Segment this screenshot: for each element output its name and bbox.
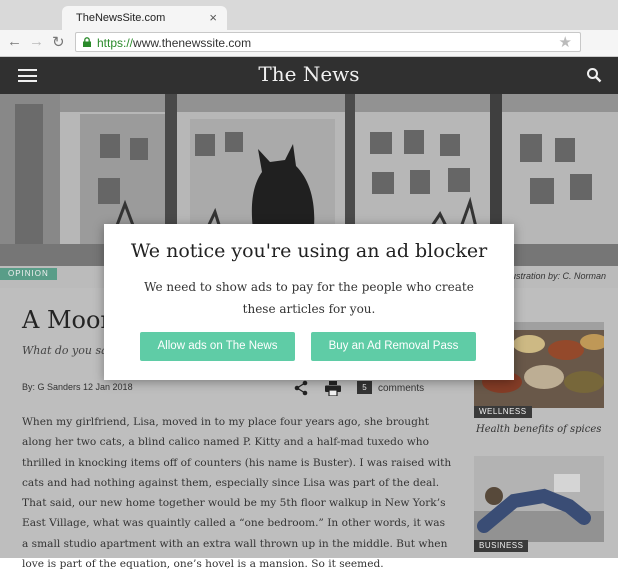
buy-ad-removal-pass-button[interactable]: Buy an Ad Removal Pass (311, 332, 476, 361)
allow-ads-button[interactable]: Allow ads on The News (140, 332, 295, 361)
address-bar[interactable]: https://www.thenewssite.com ★ (75, 32, 581, 52)
url-host: www.thenewssite.com (133, 36, 252, 50)
ad-blocker-modal: We notice you're using an ad blocker We … (104, 224, 514, 380)
back-arrow-icon[interactable]: ← (7, 33, 22, 50)
tab-title: TheNewsSite.com (76, 12, 166, 24)
browser-tab-strip: TheNewsSite.com × (0, 0, 618, 30)
reload-icon[interactable]: ↻ (52, 33, 65, 51)
tab-close-icon[interactable]: × (209, 10, 217, 25)
browser-tab[interactable]: TheNewsSite.com × (62, 6, 227, 30)
lock-icon (83, 37, 91, 47)
url-scheme: https:// (97, 36, 134, 50)
url-text: https://www.thenewssite.com (97, 36, 251, 50)
browser-toolbar: ← → ↻ https://www.thenewssite.com ★ (0, 30, 618, 57)
modal-title: We notice you're using an ad blocker (130, 240, 488, 262)
modal-message: We need to show ads to pay for the peopl… (144, 280, 474, 316)
forward-arrow-icon[interactable]: → (29, 33, 44, 50)
bookmark-star-icon[interactable]: ★ (559, 33, 572, 51)
